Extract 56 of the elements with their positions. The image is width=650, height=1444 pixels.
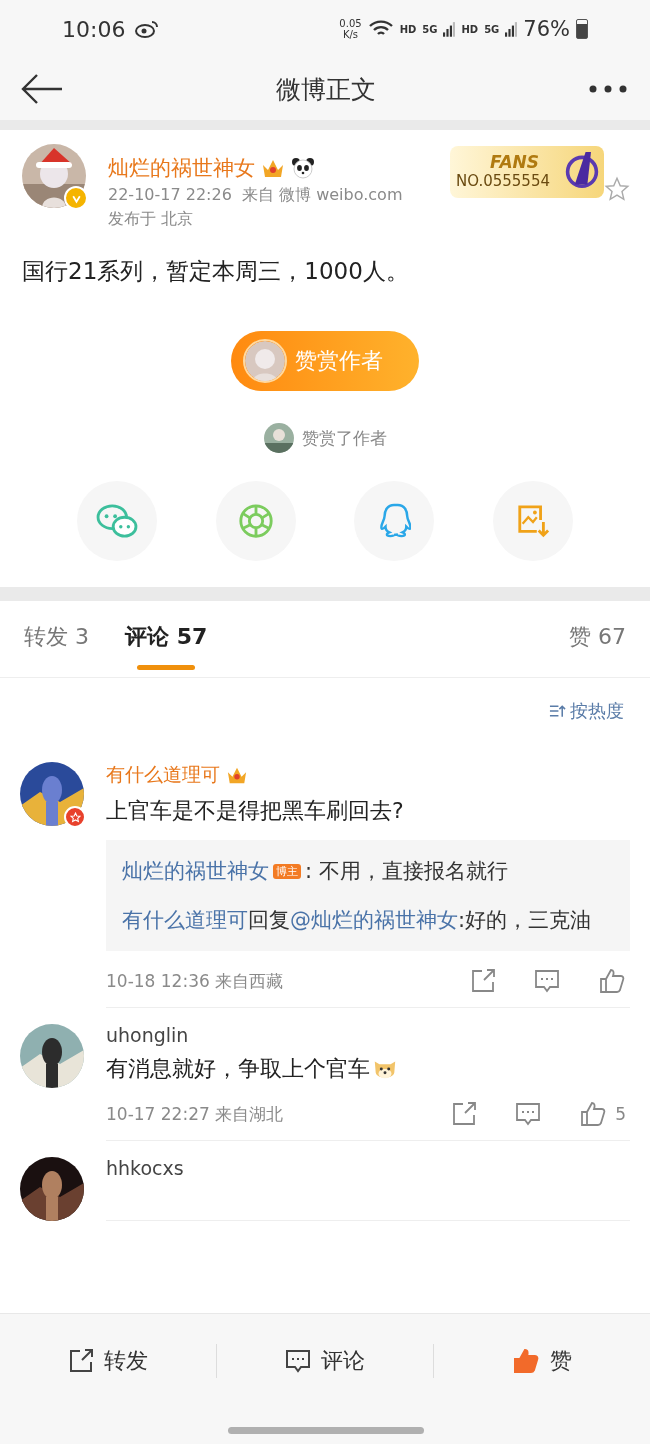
reply-word: 回复	[248, 908, 290, 932]
thumbs-up-icon	[579, 1100, 608, 1128]
comment-icon	[515, 1101, 542, 1127]
network-label: 5G	[484, 23, 500, 35]
comment-button[interactable]: 评论	[217, 1336, 433, 1386]
post-location: 发布于 北京	[108, 209, 195, 230]
signal-icon	[505, 20, 518, 38]
like-button[interactable]: 5	[575, 1096, 630, 1132]
battery-icon	[576, 19, 588, 39]
reply-text: :好的，三克油	[458, 908, 592, 932]
comment-icon	[285, 1348, 311, 1374]
share-icon	[68, 1348, 94, 1374]
author-tag: 博主	[273, 864, 301, 879]
network-label: 5G	[422, 23, 438, 35]
commenter-name[interactable]: 有什么道理可	[106, 762, 220, 788]
reply-text: : 不用，直接报名就行	[305, 859, 508, 883]
battery-percent: 76%	[523, 17, 570, 41]
likes-tab[interactable]: 赞 67	[569, 608, 626, 670]
comment-meta: 10-17 22:27 来自湖北	[106, 1102, 284, 1126]
save-image-icon	[515, 503, 550, 539]
comment-icon	[534, 968, 560, 994]
network-label: HD	[461, 23, 479, 35]
penguin-icon	[377, 502, 412, 540]
signal-icon	[443, 20, 456, 38]
share-icon	[470, 968, 496, 994]
commenter-name[interactable]: uhonglin	[106, 1024, 189, 1046]
chat-bubbles-icon	[96, 503, 139, 539]
comment-text: 有消息就好，争取上个官车	[106, 1055, 370, 1083]
emblem-icon	[564, 150, 600, 190]
comment-meta: 10-18 12:36 来自西藏	[106, 969, 284, 993]
mention-link[interactable]: @灿烂的祸世神女	[290, 908, 458, 932]
network-speed: 0.05 K/s	[339, 18, 362, 40]
aperture-icon	[236, 502, 275, 540]
network-label: HD	[399, 23, 417, 35]
reward-note: 赞赏了作者	[301, 426, 387, 450]
reply-author-link[interactable]: 有什么道理可	[122, 908, 248, 932]
post-text: 国行21系列，暂定本周三，1000人。	[21, 257, 410, 286]
share-icon	[451, 1101, 478, 1127]
comment-text: 上官车是不是得把黑车刷回去?	[106, 797, 404, 825]
more-icon	[588, 84, 628, 94]
commenter-name[interactable]: hhkocxs	[106, 1157, 184, 1179]
repost-button[interactable]: 转发	[0, 1336, 216, 1386]
reply-author-link[interactable]: 灿烂的祸世神女	[122, 859, 269, 883]
star-icon[interactable]	[604, 176, 630, 202]
post-meta: 22-10-17 22:26 来自 微博 weibo.com	[108, 185, 403, 206]
sort-icon	[549, 704, 566, 718]
tab[interactable]: 转发 3	[24, 608, 89, 670]
like-button[interactable]: 赞	[434, 1336, 650, 1386]
sort-button[interactable]: 按热度	[543, 698, 630, 724]
page-title: 微博正文	[276, 73, 376, 106]
author-name[interactable]: 灿烂的祸世神女	[108, 154, 255, 182]
status-time: 10:06	[62, 16, 126, 42]
back-arrow-icon	[20, 73, 64, 105]
tab[interactable]: 评论 57	[125, 608, 208, 670]
thumbs-up-icon	[598, 967, 626, 995]
fans-badge[interactable]: FANS NO.0555554	[450, 146, 604, 198]
